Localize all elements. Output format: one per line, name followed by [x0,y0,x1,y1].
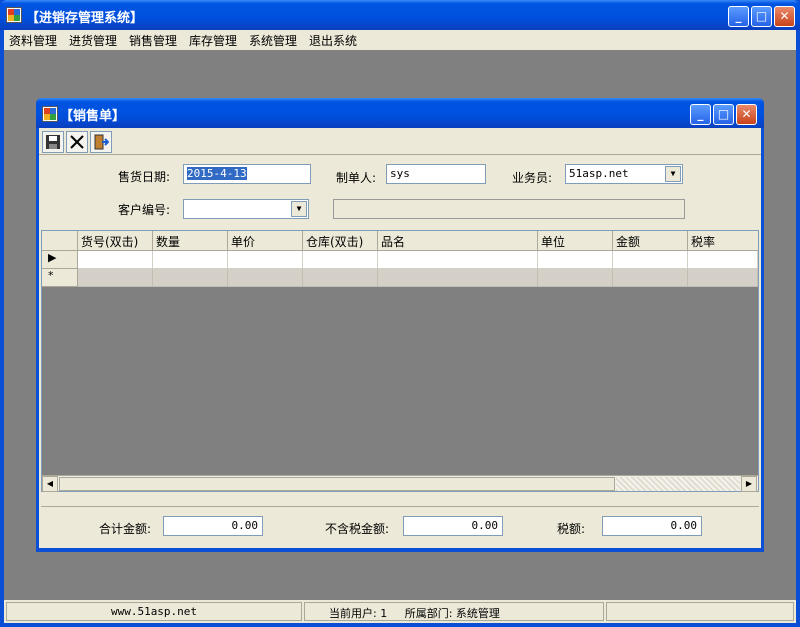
exit-icon[interactable] [90,131,112,153]
status-site-text: www.51asp.net [110,605,198,618]
row-marker: * [42,269,78,287]
order-grid[interactable]: 货号(双击) 数量 单价 仓库(双击) 品名 单位 金额 税率 ▶ * ◀ ▶ [41,230,759,492]
child-maximize-icon[interactable]: □ [713,104,734,125]
column-header[interactable]: 品名 [378,231,538,251]
child-app-icon [42,106,58,122]
app-icon [6,7,22,23]
sale-date-label: 售货日期: [118,170,171,184]
grid-cell[interactable] [538,269,613,287]
grid-cell[interactable] [378,269,538,287]
sales-order-window: 【销售单】 _ □ ✕ 售货日期: 2015-4-13 制单人: sys 业务员… [36,98,764,552]
grid-header: 货号(双击) 数量 单价 仓库(双击) 品名 单位 金额 税率 [42,231,758,251]
column-header[interactable]: 税率 [688,231,758,251]
maker-value: sys [390,167,410,180]
child-minimize-icon[interactable]: _ [690,104,711,125]
total-amount-label: 合计金额: [99,522,152,536]
grid-corner [42,231,78,251]
salesman-select[interactable]: 51asp.net ▼ [565,164,683,184]
menu-item-purchase[interactable]: 进货管理 [69,32,117,49]
status-user-label: 当前用户: [329,607,377,620]
menu-bar: 资料管理 进货管理 销售管理 库存管理 系统管理 退出系统 [4,30,796,50]
scrollbar-thumb[interactable] [59,477,615,491]
pretax-amount-value: 0.00 [471,519,499,532]
grid-cell[interactable] [688,269,758,287]
column-header[interactable]: 单位 [538,231,613,251]
child-close-icon[interactable]: ✕ [736,104,757,125]
status-site: www.51asp.net [6,602,302,621]
grid-cell[interactable] [538,251,613,269]
status-extra-panel [606,602,794,621]
maker-label: 制单人: [336,171,377,185]
menu-item-system[interactable]: 系统管理 [249,32,297,49]
salesman-value: 51asp.net [569,167,629,180]
tax-amount-label: 税额: [557,522,586,536]
grid-cell[interactable] [688,251,758,269]
column-header[interactable]: 仓库(双击) [303,231,378,251]
status-dept-label: 所属部门: [404,607,453,620]
total-amount-field[interactable]: 0.00 [163,516,263,536]
grid-cell[interactable] [613,251,688,269]
grid-cell[interactable] [378,251,538,269]
save-icon[interactable] [42,131,64,153]
grid-cell[interactable] [613,269,688,287]
chevron-down-icon[interactable]: ▼ [665,166,681,182]
sale-date-field[interactable]: 2015-4-13 [183,164,311,184]
scroll-left-icon[interactable]: ◀ [42,476,58,492]
status-bar: www.51asp.net 当前用户: 1 所属部门: 系统管理 [4,600,796,623]
delete-icon[interactable] [66,131,88,153]
column-header[interactable]: 单价 [228,231,303,251]
row-marker: ▶ [42,251,78,269]
grid-cell[interactable] [228,251,303,269]
customer-label: 客户编号: [118,203,171,217]
status-user-panel: 当前用户: 1 所属部门: 系统管理 [304,602,604,621]
grid-cell[interactable] [153,251,228,269]
status-user-value: 1 [380,607,388,620]
minimize-icon[interactable]: _ [728,6,749,27]
column-header[interactable]: 金额 [613,231,688,251]
menu-item-master-data[interactable]: 资料管理 [9,32,57,49]
customer-select[interactable]: ▼ [183,199,309,219]
grid-cell[interactable] [78,269,153,287]
total-amount-value: 0.00 [231,519,259,532]
menu-item-exit[interactable]: 退出系统 [309,32,357,49]
status-dept-value: 系统管理 [455,607,500,620]
close-icon[interactable]: ✕ [774,6,795,27]
grid-cell[interactable] [153,269,228,287]
column-header[interactable]: 货号(双击) [78,231,153,251]
grid-cell[interactable] [303,251,378,269]
grid-cell[interactable] [303,269,378,287]
chevron-down-icon[interactable]: ▼ [291,201,307,217]
child-body: 售货日期: 2015-4-13 制单人: sys 业务员: 51asp.net … [39,128,761,548]
tax-amount-value: 0.00 [670,519,698,532]
toolbar [39,128,761,155]
menu-item-inventory[interactable]: 库存管理 [189,32,237,49]
app-title: 【进销存管理系统】 [26,11,144,26]
column-header[interactable]: 数量 [153,231,228,251]
pretax-amount-field[interactable]: 0.00 [403,516,503,536]
scrollbar-track[interactable] [616,477,740,491]
tax-amount-field[interactable]: 0.00 [602,516,702,536]
maker-field[interactable]: sys [386,164,486,184]
sale-date-value: 2015-4-13 [187,167,247,180]
menu-item-sales[interactable]: 销售管理 [129,32,177,49]
grid-cell[interactable] [78,251,153,269]
customer-name-display [333,199,685,219]
scroll-right-icon[interactable]: ▶ [741,476,757,492]
salesman-label: 业务员: [512,171,553,185]
grid-cell[interactable] [228,269,303,287]
child-titlebar[interactable]: 【销售单】 _ □ ✕ [36,98,764,128]
pretax-amount-label: 不含税金额: [325,522,390,536]
maximize-icon[interactable]: □ [751,6,772,27]
totals-panel: 合计金额: 0.00 不含税金额: 0.00 税额: 0.00 [41,506,759,546]
main-window: 【进销存管理系统】 _ □ ✕ 资料管理 进货管理 销售管理 库存管理 系统管理… [0,0,800,627]
child-title: 【销售单】 [60,109,126,124]
main-titlebar[interactable]: 【进销存管理系统】 _ □ ✕ [0,0,800,30]
horizontal-scrollbar[interactable]: ◀ ▶ [42,475,758,492]
table-row-new[interactable]: * [42,269,758,287]
table-row[interactable]: ▶ [42,251,758,269]
